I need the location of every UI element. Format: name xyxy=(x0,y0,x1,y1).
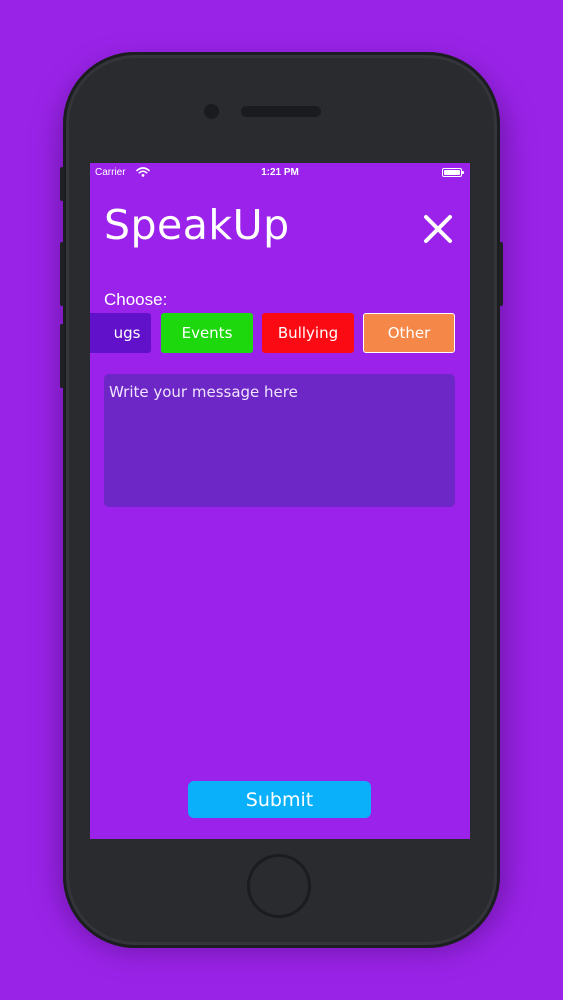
category-bullying-button[interactable]: Bullying xyxy=(262,313,354,353)
app-title: SpeakUp xyxy=(104,201,290,249)
choose-label: Choose: xyxy=(104,290,168,309)
category-other-button[interactable]: Other xyxy=(363,313,455,353)
app-screen: Carrier 1:21 PM SpeakUp Choose: ugs Even… xyxy=(90,163,470,839)
category-selector[interactable]: ugs Events Bullying Other xyxy=(90,312,470,355)
front-camera xyxy=(204,104,219,119)
submit-label: Submit xyxy=(245,788,314,811)
submit-button[interactable]: Submit xyxy=(188,781,371,818)
earpiece-speaker xyxy=(241,106,321,117)
status-bar: Carrier 1:21 PM xyxy=(90,163,470,183)
volume-up-button xyxy=(60,242,64,306)
message-input[interactable] xyxy=(104,374,455,507)
category-events-button[interactable]: Events xyxy=(161,313,253,353)
home-button[interactable] xyxy=(247,854,311,918)
battery-icon xyxy=(442,168,464,177)
category-drugs-button[interactable]: ugs xyxy=(90,313,151,353)
category-events-label: Events xyxy=(181,324,233,342)
close-icon[interactable] xyxy=(420,211,456,247)
category-drugs-label: ugs xyxy=(113,324,141,342)
power-button xyxy=(499,242,503,306)
mute-switch xyxy=(60,167,64,201)
category-other-label: Other xyxy=(387,324,431,342)
category-bullying-label: Bullying xyxy=(277,324,339,342)
volume-down-button xyxy=(60,324,64,388)
status-time: 1:21 PM xyxy=(261,167,299,178)
